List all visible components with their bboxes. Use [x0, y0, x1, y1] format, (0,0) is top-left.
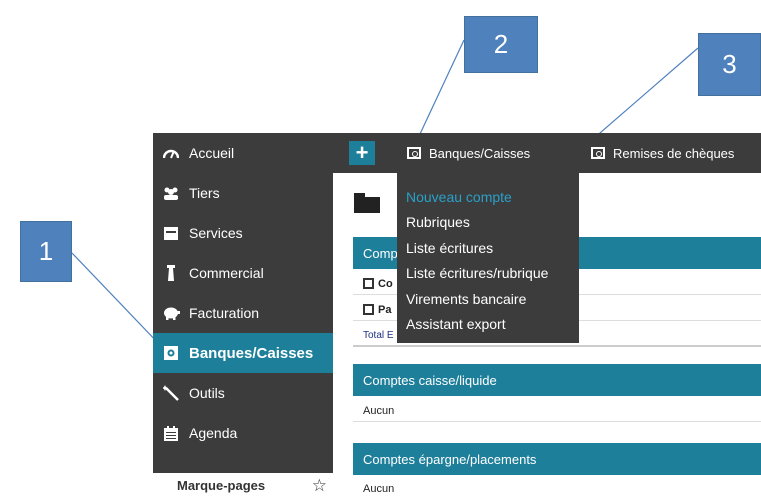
callout-1: 1 — [20, 221, 72, 282]
menu-item-liste-ecritures[interactable]: Liste écritures — [397, 235, 579, 261]
callout-1-line — [71, 252, 161, 346]
sidebar-item-label: Services — [189, 225, 243, 241]
sidebar-item-outils[interactable]: Outils — [153, 373, 333, 413]
section-header-comptes-epargne: Comptes épargne/placements — [353, 443, 761, 475]
folder-icon — [354, 193, 380, 213]
bookmarks-bar[interactable]: Marque-pages ☆ — [153, 473, 333, 498]
menu-item-assistant-export[interactable]: Assistant export — [397, 312, 579, 338]
tab-banques-caisses[interactable]: Banques/Caisses — [397, 133, 575, 173]
sidebar-item-label: Banques/Caisses — [189, 344, 314, 362]
banques-caisses-dropdown-menu: Nouveau compte Rubriques Liste écritures… — [397, 173, 579, 343]
sidebar-item-label: Outils — [189, 385, 225, 401]
sidebar-item-services[interactable]: Services — [153, 213, 333, 253]
sidebar-item-label: Facturation — [189, 305, 260, 321]
calendar-icon — [153, 425, 189, 441]
sidebar-item-accueil[interactable]: Accueil — [153, 133, 333, 173]
callout-3: 3 — [698, 33, 761, 96]
table-row: Aucun — [353, 400, 761, 422]
callout-2-line — [419, 39, 465, 135]
services-icon — [153, 226, 189, 240]
section-header-comptes-caisse: Comptes caisse/liquide — [353, 364, 761, 396]
wand-icon — [153, 385, 189, 401]
menu-item-nouveau-compte[interactable]: Nouveau compte — [397, 184, 579, 210]
sidebar-item-label: Commercial — [189, 265, 264, 281]
sidebar-item-label: Tiers — [189, 185, 220, 201]
tab-label: Banques/Caisses — [429, 145, 531, 161]
sidebar-item-commercial[interactable]: Commercial — [153, 253, 333, 293]
add-button[interactable]: + — [349, 141, 375, 165]
sidebar: Accueil Tiers Services Commercial Factur… — [153, 133, 333, 498]
bookmarks-label: Marque-pages — [177, 478, 266, 493]
sidebar-item-facturation[interactable]: Facturation — [153, 293, 333, 333]
table-row: Aucun — [353, 478, 761, 498]
tab-label: Remises de chèques — [613, 145, 735, 161]
bank-account-icon — [363, 278, 374, 289]
bank-account-icon — [363, 304, 374, 315]
sidebar-item-label: Agenda — [189, 425, 238, 441]
sidebar-item-agenda[interactable]: Agenda — [153, 413, 333, 453]
menu-item-liste-ecritures-rubrique[interactable]: Liste écritures/rubrique — [397, 261, 579, 287]
callout-2: 2 — [464, 16, 538, 73]
commercial-icon — [153, 265, 189, 281]
top-menu-bar: + Banques/Caisses Remises de chèques — [333, 133, 761, 173]
tab-remises-de-cheques[interactable]: Remises de chèques — [583, 133, 761, 173]
sidebar-item-label: Accueil — [189, 145, 235, 161]
bank-icon — [153, 346, 189, 360]
menu-item-virements-bancaire[interactable]: Virements bancaire — [397, 286, 579, 312]
menu-item-rubriques[interactable]: Rubriques — [397, 210, 579, 236]
dashboard-icon — [153, 147, 189, 159]
star-icon[interactable]: ☆ — [312, 476, 327, 496]
piggy-bank-icon — [153, 306, 189, 320]
sidebar-item-tiers[interactable]: Tiers — [153, 173, 333, 213]
sidebar-item-banques-caisses[interactable]: Banques/Caisses — [153, 333, 333, 373]
cheque-icon — [591, 147, 605, 159]
bank-icon — [407, 147, 421, 159]
users-icon — [153, 187, 189, 200]
